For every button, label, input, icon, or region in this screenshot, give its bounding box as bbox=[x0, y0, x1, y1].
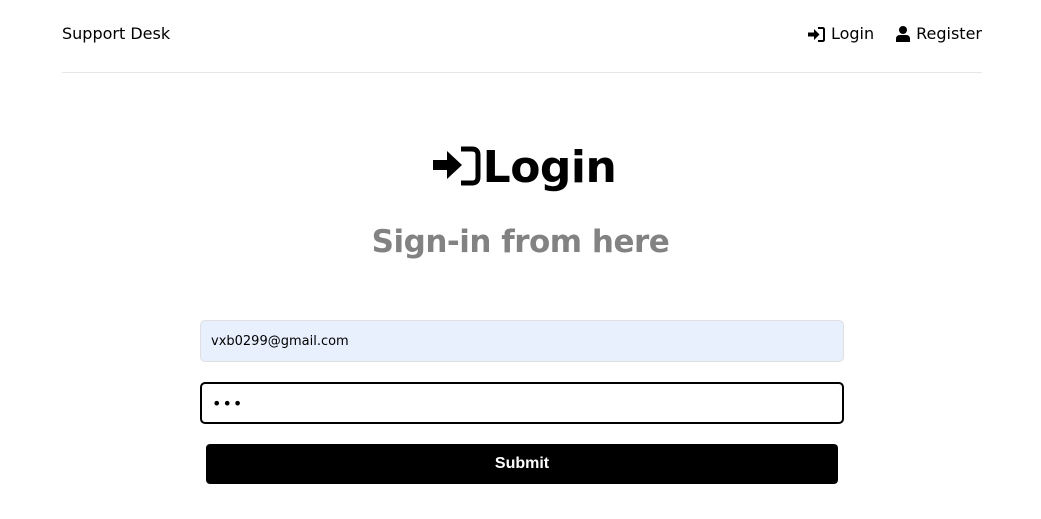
site-header: Support Desk Login Register bbox=[62, 0, 982, 73]
brand-link[interactable]: Support Desk bbox=[62, 24, 170, 44]
user-icon bbox=[896, 26, 911, 42]
login-form: Submit bbox=[200, 320, 844, 484]
nav-register-label: Register bbox=[916, 24, 982, 43]
email-field[interactable] bbox=[200, 320, 844, 362]
main-nav: Login Register bbox=[807, 24, 982, 44]
page-title: Login bbox=[482, 142, 617, 193]
nav-login-link[interactable]: Login bbox=[807, 24, 875, 44]
sign-in-icon bbox=[432, 146, 481, 190]
page: Support Desk Login Register Login Sign-i… bbox=[0, 0, 1041, 519]
submit-button[interactable]: Submit bbox=[206, 444, 838, 484]
login-heading: Login bbox=[0, 140, 1041, 196]
nav-login-label: Login bbox=[830, 24, 875, 43]
nav-register-link[interactable]: Register bbox=[896, 24, 982, 44]
sign-in-icon bbox=[807, 26, 825, 42]
password-field[interactable] bbox=[200, 382, 844, 424]
page-subtitle: Sign-in from here bbox=[371, 224, 670, 260]
